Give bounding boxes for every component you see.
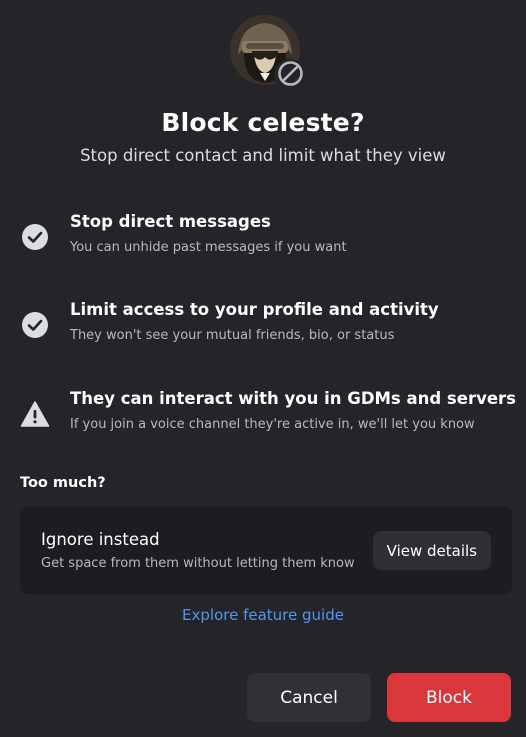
alternative-heading: Too much? — [20, 475, 106, 491]
ignore-title: Ignore instead — [41, 530, 160, 549]
block-user-dialog: Block celeste? Stop direct contact and l… — [0, 0, 526, 737]
dialog-subtitle: Stop direct contact and limit what they … — [80, 146, 446, 165]
ignore-instead-card: Ignore instead Get space from them witho… — [20, 506, 512, 594]
consequence-item-profile: Limit access to your profile and activit… — [20, 300, 506, 350]
block-badge — [274, 59, 306, 91]
check-circle-icon — [20, 222, 50, 252]
consequence-item-messages: Stop direct messages You can unhide past… — [20, 212, 506, 262]
explore-feature-guide-link[interactable]: Explore feature guide — [0, 606, 526, 624]
cancel-button[interactable]: Cancel — [247, 673, 371, 722]
consequence-title: They can interact with you in GDMs and s… — [70, 389, 516, 408]
consequence-description: You can unhide past messages if you want — [70, 240, 347, 255]
consequence-item-gdm-warning: They can interact with you in GDMs and s… — [20, 389, 516, 439]
consequence-description: If you join a voice channel they're acti… — [70, 417, 475, 432]
warning-triangle-icon — [20, 399, 50, 429]
consequence-description: They won't see your mutual friends, bio,… — [70, 328, 395, 343]
user-avatar-container — [230, 15, 306, 91]
block-icon — [277, 60, 304, 91]
ignore-description: Get space from them without letting them… — [41, 556, 355, 571]
view-details-button[interactable]: View details — [372, 531, 491, 570]
consequence-title: Limit access to your profile and activit… — [70, 300, 439, 319]
block-button[interactable]: Block — [387, 673, 511, 722]
check-circle-icon — [20, 310, 50, 340]
dialog-title: Block celeste? — [161, 108, 365, 137]
consequence-title: Stop direct messages — [70, 212, 271, 231]
